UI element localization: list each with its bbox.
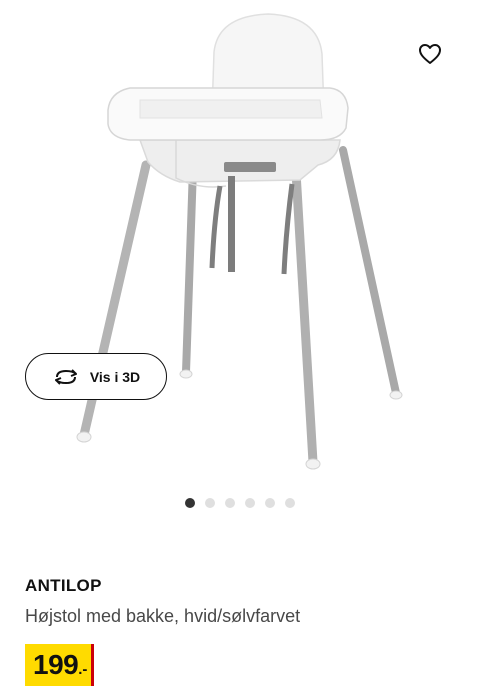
carousel-indicator bbox=[185, 498, 295, 508]
carousel-dot[interactable] bbox=[205, 498, 215, 508]
view-in-3d-button[interactable]: Vis i 3D bbox=[25, 353, 167, 400]
price-tag: 199 .- bbox=[25, 644, 95, 686]
heart-icon bbox=[419, 44, 441, 64]
view-in-3d-label: Vis i 3D bbox=[89, 368, 141, 385]
product-name: ANTILOP bbox=[25, 576, 102, 595]
carousel-dot[interactable] bbox=[285, 498, 295, 508]
product-image bbox=[76, 13, 403, 470]
rotate-3d-icon bbox=[54, 368, 77, 385]
carousel-dot[interactable] bbox=[245, 498, 255, 508]
product-gallery[interactable]: Vis i 3D bbox=[0, 0, 480, 508]
carousel-dot[interactable] bbox=[185, 498, 195, 508]
favorite-button[interactable] bbox=[414, 38, 446, 70]
carousel-dot[interactable] bbox=[225, 498, 235, 508]
price-integer: 199 bbox=[33, 649, 79, 680]
price-suffix: .- bbox=[78, 661, 88, 678]
product-description: Højstol med bakke, hvid/sølvfarvet bbox=[25, 606, 301, 626]
carousel-dot[interactable] bbox=[265, 498, 275, 508]
